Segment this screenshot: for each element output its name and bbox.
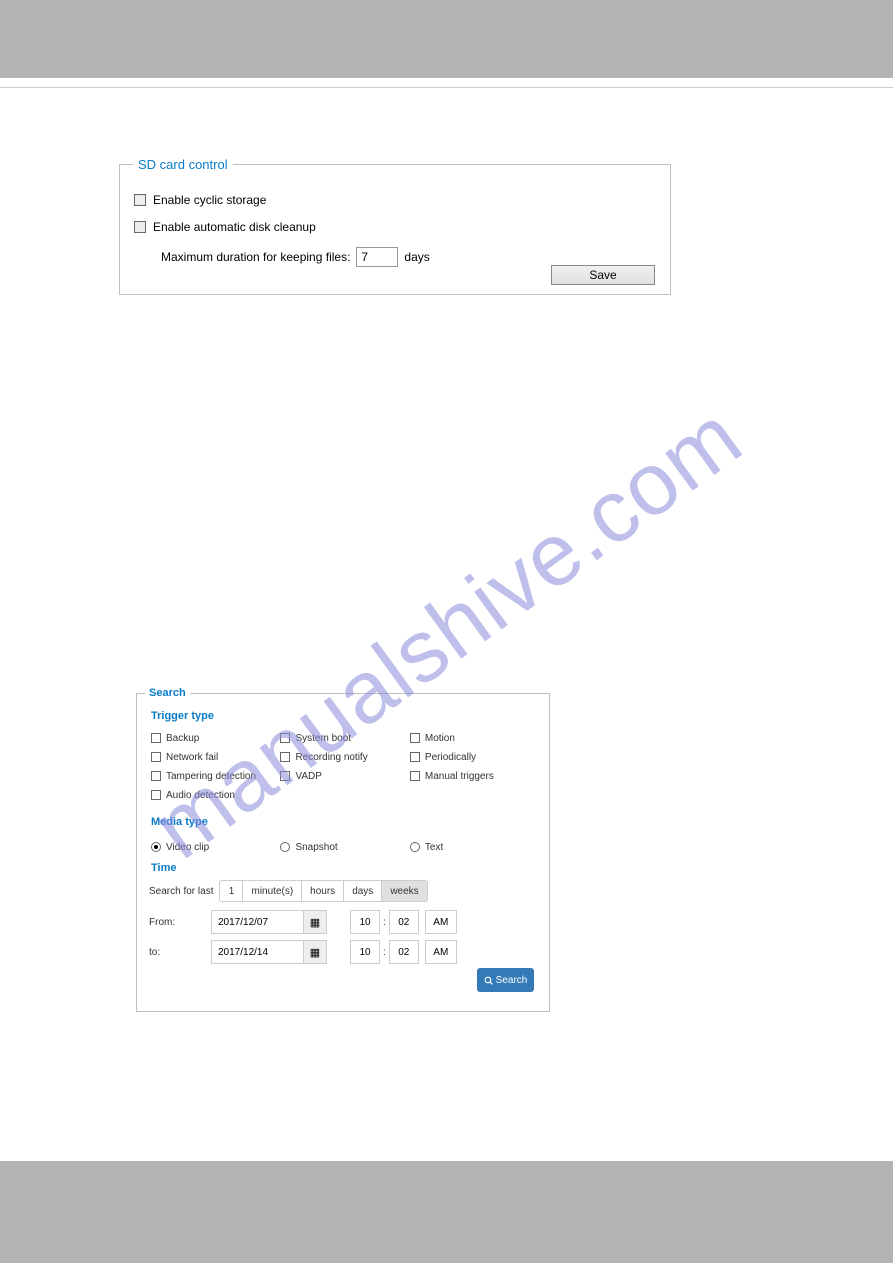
checkbox-icon <box>280 752 290 762</box>
from-hour-input[interactable] <box>350 910 380 934</box>
to-hour-input[interactable] <box>350 940 380 964</box>
to-row: to: ▦ : <box>149 940 457 964</box>
trigger-tampering[interactable]: Tampering detection <box>151 771 276 790</box>
search-icon <box>484 976 493 985</box>
search-for-last-row: Search for last minute(s) hours days wee… <box>149 880 428 902</box>
colon: : <box>383 947 386 958</box>
trigger-network-fail[interactable]: Network fail <box>151 752 276 771</box>
checkbox-icon <box>151 752 161 762</box>
from-calendar-button[interactable]: ▦ <box>303 910 327 934</box>
from-minute-input[interactable] <box>389 910 419 934</box>
media-snapshot[interactable]: Snapshot <box>280 842 405 853</box>
from-label: From: <box>149 917 211 928</box>
checkbox-icon <box>134 221 146 233</box>
search-button[interactable]: Search <box>477 968 534 992</box>
from-date-input[interactable] <box>211 910 303 934</box>
header-bar <box>0 0 893 78</box>
from-row: From: ▦ : <box>149 910 457 934</box>
media-text[interactable]: Text <box>410 842 535 853</box>
media-type-row: Video clip Snapshot Text <box>151 837 535 855</box>
unit-weeks-button[interactable]: weeks <box>381 880 427 902</box>
search-button-label: Search <box>496 975 528 986</box>
checkbox-icon <box>280 771 290 781</box>
trigger-type-heading: Trigger type <box>151 710 214 722</box>
search-fieldset: Search Trigger type Backup System boot M… <box>136 693 550 1012</box>
trigger-vadp[interactable]: VADP <box>280 771 405 790</box>
media-video-clip[interactable]: Video clip <box>151 842 276 853</box>
max-duration-label: Maximum duration for keeping files: <box>161 250 350 264</box>
trigger-motion[interactable]: Motion <box>410 733 535 752</box>
trigger-periodically[interactable]: Periodically <box>410 752 535 771</box>
checkbox-icon <box>280 733 290 743</box>
footer-bar <box>0 1161 893 1263</box>
trigger-backup[interactable]: Backup <box>151 733 276 752</box>
save-button[interactable]: Save <box>551 265 655 285</box>
from-ampm-toggle[interactable] <box>425 910 457 934</box>
radio-icon <box>410 842 420 852</box>
trigger-grid: Backup System boot Motion Network fail R… <box>151 733 541 809</box>
to-ampm-toggle[interactable] <box>425 940 457 964</box>
to-minute-input[interactable] <box>389 940 419 964</box>
radio-icon <box>151 842 161 852</box>
search-legend: Search <box>145 687 190 699</box>
trigger-recording-notify[interactable]: Recording notify <box>280 752 405 771</box>
trigger-manual[interactable]: Manual triggers <box>410 771 535 790</box>
checkbox-icon <box>410 733 420 743</box>
time-heading: Time <box>151 862 176 874</box>
checkbox-icon <box>134 194 146 206</box>
unit-days-button[interactable]: days <box>343 880 382 902</box>
trigger-audio[interactable]: Audio detection <box>151 790 276 809</box>
sd-card-control-fieldset: SD card control Enable cyclic storage En… <box>119 164 671 295</box>
calendar-icon: ▦ <box>310 916 320 929</box>
radio-icon <box>280 842 290 852</box>
trigger-system-boot[interactable]: System boot <box>280 733 405 752</box>
sd-legend: SD card control <box>133 157 233 172</box>
max-duration-row: Maximum duration for keeping files: days <box>161 247 430 267</box>
divider <box>0 87 893 88</box>
last-value-input[interactable] <box>219 880 243 902</box>
media-type-heading: Media type <box>151 816 208 828</box>
enable-cyclic-label: Enable cyclic storage <box>153 193 266 207</box>
days-input[interactable] <box>356 247 398 267</box>
search-for-last-label: Search for last <box>149 886 213 897</box>
checkbox-icon <box>151 733 161 743</box>
to-calendar-button[interactable]: ▦ <box>303 940 327 964</box>
checkbox-icon <box>151 771 161 781</box>
days-unit-label: days <box>404 250 429 264</box>
enable-cleanup-checkbox[interactable]: Enable automatic disk cleanup <box>134 220 316 234</box>
checkbox-icon <box>151 790 161 800</box>
checkbox-icon <box>410 771 420 781</box>
to-label: to: <box>149 947 211 958</box>
to-date-input[interactable] <box>211 940 303 964</box>
enable-cleanup-label: Enable automatic disk cleanup <box>153 220 316 234</box>
colon: : <box>383 917 386 928</box>
enable-cyclic-checkbox[interactable]: Enable cyclic storage <box>134 193 266 207</box>
unit-hours-button[interactable]: hours <box>301 880 344 902</box>
calendar-icon: ▦ <box>310 946 320 959</box>
unit-minutes-button[interactable]: minute(s) <box>242 880 302 902</box>
checkbox-icon <box>410 752 420 762</box>
